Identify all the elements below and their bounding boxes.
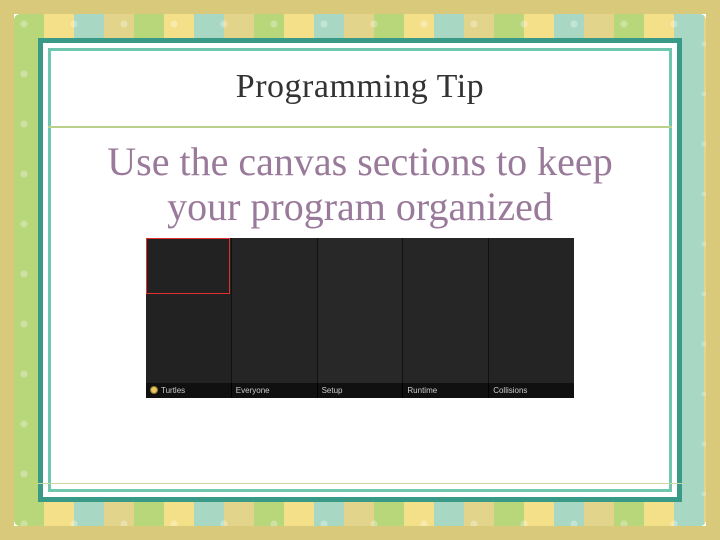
slide-title: Programming Tip [96,68,624,106]
canvas-label-text: Collisions [493,386,527,395]
canvas-label: Collisions [489,383,574,398]
canvas-column [489,238,574,383]
canvas-label: Runtime [403,383,489,398]
slide-body-text: Use the canvas sections to keep your pro… [76,140,644,230]
canvas-label-text: Turtles [161,386,185,395]
footer-divider [38,483,682,484]
canvas-label-text: Runtime [407,386,437,395]
canvas-label-text: Everyone [236,386,270,395]
content-area: Programming Tip Use the canvas sections … [56,56,664,484]
title-area: Programming Tip [56,56,664,120]
canvas-label: Everyone [232,383,318,398]
canvas-label-text: Setup [322,386,343,395]
canvas-label: Turtles [146,383,232,398]
canvas-column [318,238,404,383]
canvas-screenshot: Turtles Everyone Setup Runtime Collision… [146,238,574,398]
canvas-column [232,238,318,383]
canvas-column [403,238,489,383]
canvas-columns [146,238,574,383]
body-area: Use the canvas sections to keep your pro… [56,128,664,484]
canvas-label: Setup [318,383,404,398]
slide: Programming Tip Use the canvas sections … [0,0,720,540]
canvas-column [146,238,232,383]
highlight-box [146,238,230,294]
turtle-icon [150,386,158,394]
canvas-labels-row: Turtles Everyone Setup Runtime Collision… [146,383,574,398]
